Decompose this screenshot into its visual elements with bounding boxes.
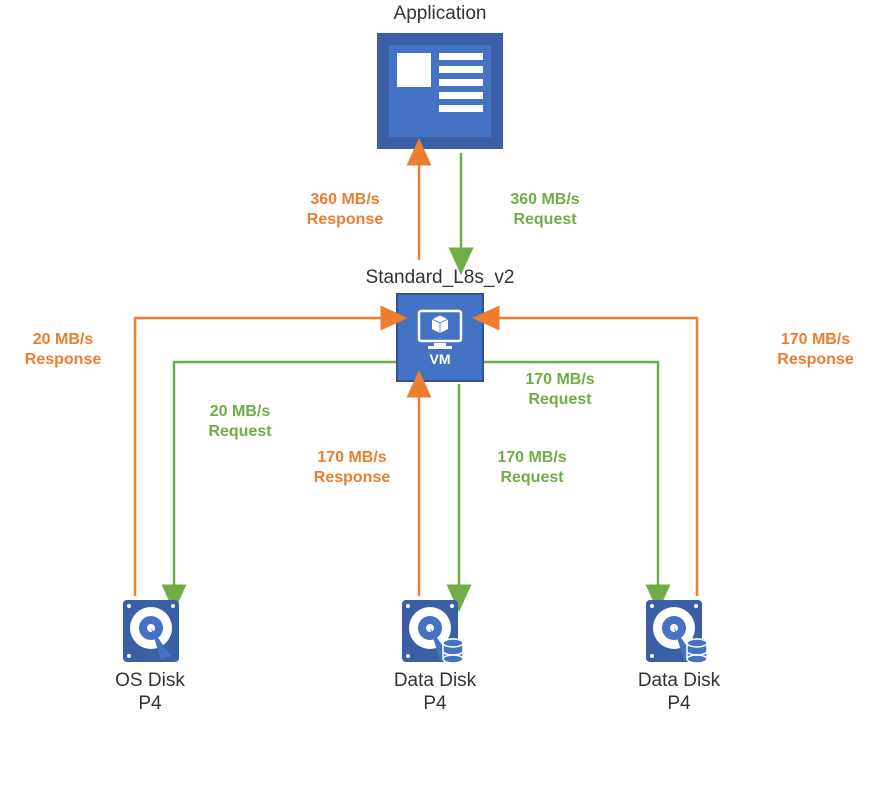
data-disk-1-node bbox=[400, 598, 460, 666]
vm-caption: VM bbox=[430, 351, 451, 367]
flow-value: 360 MB/s bbox=[310, 191, 379, 208]
app-request-label: 360 MB/s Request bbox=[490, 190, 600, 230]
os-request-label: 20 MB/s Request bbox=[185, 402, 295, 442]
disk-icon bbox=[121, 598, 181, 666]
d1-request-label: 170 MB/s Request bbox=[472, 448, 592, 488]
app-response-label: 360 MB/s Response bbox=[290, 190, 400, 230]
application-node bbox=[377, 33, 503, 149]
os-response-label: 20 MB/s Response bbox=[8, 330, 118, 370]
d2-request-label: 170 MB/s Request bbox=[500, 370, 620, 410]
vm-label: Standard_L8s_v2 bbox=[340, 267, 540, 290]
disk-db-icon bbox=[644, 598, 710, 666]
flow-value: 170 MB/s bbox=[497, 449, 566, 466]
flow-value: 170 MB/s bbox=[781, 331, 850, 348]
flow-value: 20 MB/s bbox=[210, 403, 270, 420]
d1-response-label: 170 MB/s Response bbox=[292, 448, 412, 488]
os-disk-label: OS Disk P4 bbox=[95, 670, 205, 716]
os-disk-node bbox=[121, 598, 181, 666]
flow-type: Request bbox=[528, 391, 591, 408]
vm-node: VM bbox=[396, 293, 484, 382]
application-label: Application bbox=[340, 3, 540, 26]
data-disk-2-label: Data Disk P4 bbox=[614, 670, 744, 716]
disk-db-icon bbox=[400, 598, 466, 666]
flow-type: Request bbox=[513, 211, 576, 228]
flow-type: Request bbox=[500, 469, 563, 486]
vm-monitor-icon bbox=[417, 309, 463, 349]
app-icon-lines bbox=[439, 53, 483, 129]
application-icon bbox=[389, 45, 491, 137]
data-disk-1-label: Data Disk P4 bbox=[370, 670, 500, 716]
d2-response-label: 170 MB/s Response bbox=[758, 330, 873, 370]
flow-type: Response bbox=[777, 351, 853, 368]
flow-type: Response bbox=[307, 211, 383, 228]
flow-value: 170 MB/s bbox=[317, 449, 386, 466]
flow-value: 360 MB/s bbox=[510, 191, 579, 208]
flow-value: 20 MB/s bbox=[33, 331, 93, 348]
app-icon-block bbox=[397, 53, 431, 87]
flow-type: Request bbox=[208, 423, 271, 440]
data-disk-2-node bbox=[644, 598, 704, 666]
flow-type: Response bbox=[25, 351, 101, 368]
flow-type: Response bbox=[314, 469, 390, 486]
flow-value: 170 MB/s bbox=[525, 371, 594, 388]
